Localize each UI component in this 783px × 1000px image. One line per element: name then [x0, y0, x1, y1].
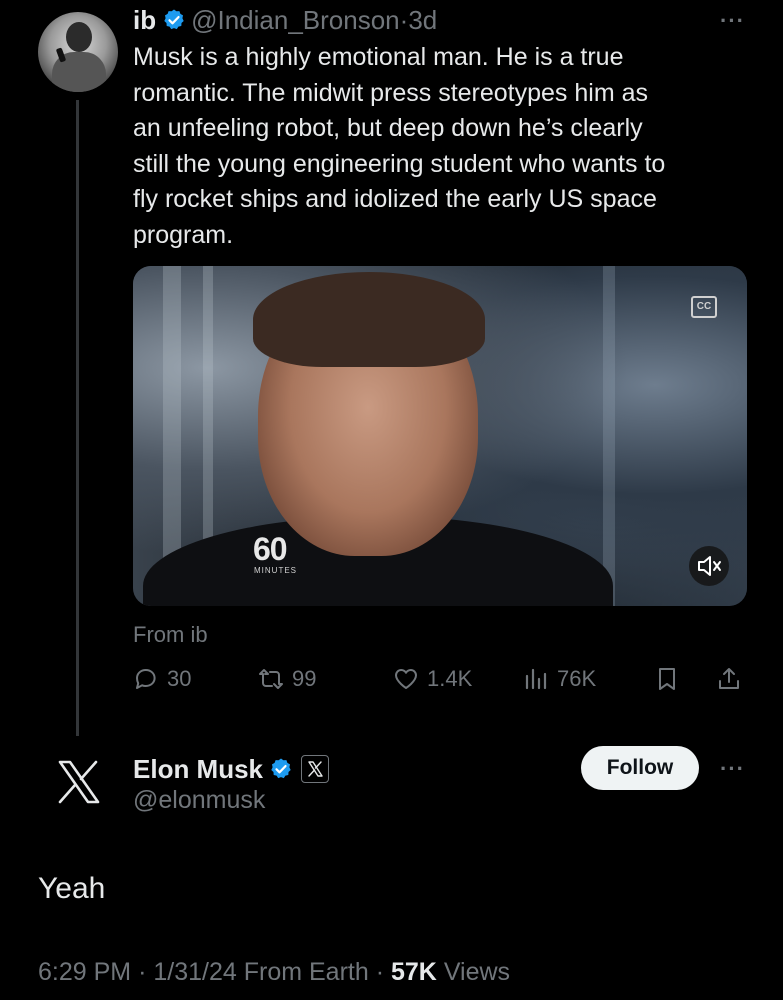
meta-separator: ·	[375, 958, 385, 986]
video-source-label[interactable]: From ib	[133, 622, 208, 648]
reply-author-display-name[interactable]: Elon Musk	[133, 752, 263, 786]
reply-icon	[136, 669, 156, 689]
mute-button[interactable]	[689, 546, 729, 586]
reply-count: 30	[167, 666, 192, 691]
sixty-minutes-logo: 60	[253, 531, 288, 567]
reply-views-count: 57K	[390, 958, 437, 986]
tweet-header: ib @Indian_Bronson · 3d	[133, 4, 437, 36]
x-logo-icon	[308, 761, 323, 777]
post-source: From Earth	[243, 958, 369, 986]
repost-button[interactable]: 99	[258, 666, 316, 692]
share-button[interactable]	[716, 666, 742, 692]
author-display-name[interactable]: ib	[133, 4, 156, 36]
tweet-text-line: still the young engineering student who …	[133, 149, 666, 178]
verified-badge-icon	[164, 9, 184, 30]
video-player[interactable]: CC 60 MINUTES	[133, 266, 747, 606]
bookmark-icon	[659, 668, 675, 690]
repost-icon	[259, 669, 283, 689]
sixty-minutes-logo-sub: MINUTES	[254, 566, 297, 575]
header-separator: ·	[399, 5, 409, 35]
meta-separator: ·	[138, 958, 147, 986]
bookmark-button[interactable]	[654, 666, 680, 692]
captions-icon[interactable]: CC	[691, 296, 717, 318]
thread-connector-line	[76, 100, 79, 736]
tweet-text-line: fly rocket ships and idolized the early …	[133, 185, 657, 213]
views-button[interactable]: 76K	[523, 666, 596, 692]
reply-header: Elon Musk	[133, 752, 330, 786]
like-count: 1.4K	[427, 666, 473, 691]
background-pillar	[603, 266, 615, 606]
post-date[interactable]: 1/31/24	[153, 958, 236, 986]
x-logo-icon[interactable]	[54, 758, 102, 806]
tweet-thread-page: ib @Indian_Bronson · 3d ··· Musk is a hi…	[0, 0, 783, 1000]
tweet-age[interactable]: 3d	[408, 4, 437, 36]
view-count: 76K	[557, 666, 597, 691]
tweet-text-line: program.	[133, 220, 234, 249]
tweet-body-text: Musk is a highly emotional man. He is a …	[133, 40, 743, 253]
author-handle[interactable]: @Indian_Bronson	[191, 4, 400, 36]
tweet-more-options-icon[interactable]: ···	[720, 8, 745, 34]
ib-avatar[interactable]	[38, 12, 118, 92]
repost-count: 99	[292, 666, 317, 691]
reply-button[interactable]: 30	[133, 666, 191, 692]
heart-icon	[395, 669, 417, 689]
share-icon	[719, 668, 739, 689]
reply-author-handle[interactable]: @elonmusk	[133, 786, 265, 815]
like-button[interactable]: 1.4K	[393, 666, 472, 692]
reply-metadata: 6:29 PM · 1/31/24 From Earth · 57K Views	[38, 958, 510, 987]
follow-button[interactable]: Follow	[581, 746, 699, 790]
reply-more-options-icon[interactable]: ···	[720, 756, 745, 782]
mute-icon	[698, 556, 721, 576]
affiliation-badge[interactable]	[301, 755, 330, 783]
tweet-text-line: Musk is a highly emotional man. He is a …	[133, 43, 624, 71]
analytics-icon	[525, 668, 547, 690]
post-time[interactable]: 6:29 PM	[38, 958, 131, 986]
tweet-text-line: romantic. The midwit press stereotypes h…	[133, 78, 649, 107]
verified-badge-icon	[271, 758, 291, 779]
speaker-hair	[253, 272, 485, 367]
reply-views-label: Views	[443, 958, 511, 986]
tweet-text-line: an unfeeling robot, but deep down he’s c…	[133, 114, 643, 142]
reply-body-text: Yeah	[38, 872, 106, 905]
